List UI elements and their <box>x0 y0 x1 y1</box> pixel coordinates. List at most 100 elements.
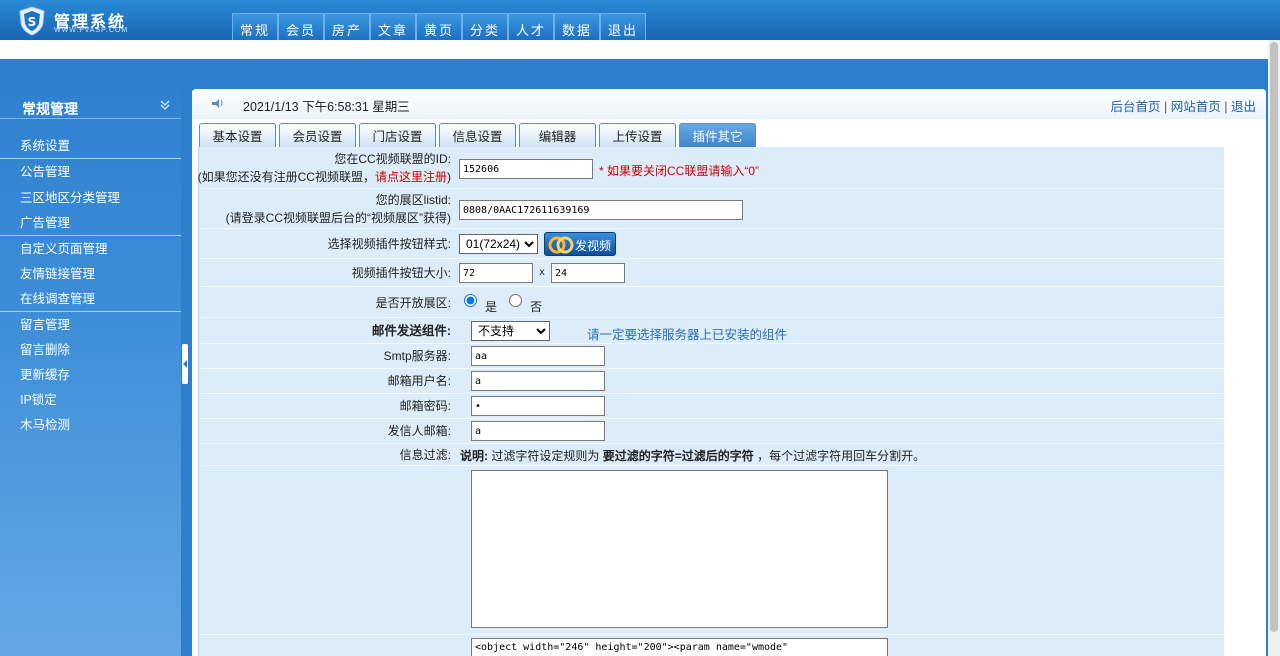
filter-textarea[interactable] <box>471 470 888 628</box>
smtp-input[interactable] <box>471 346 605 366</box>
open-area-label: 是否开放展区: <box>375 296 451 310</box>
sidebar-item-refresh-cache[interactable]: 更新缓存 <box>0 364 181 386</box>
button-style-select[interactable]: 01(72x24) <box>459 234 538 254</box>
mail-user-label: 邮箱用户名: <box>387 374 451 388</box>
open-area-no-label: 否 <box>530 300 543 314</box>
filter-label: 信息过滤: <box>399 448 451 462</box>
cc-register-link[interactable]: 请点这里注册 <box>375 170 447 184</box>
tab-basic-settings[interactable]: 基本设置 <box>199 123 276 147</box>
speaker-icon <box>212 99 223 108</box>
logout-link[interactable]: 退出 <box>1231 100 1256 114</box>
video-button-preview: 发视频 <box>544 232 616 256</box>
scrollbar-thumb[interactable] <box>1270 42 1278 632</box>
mail-component-hint: 请一定要选择服务器上已安装的组件 <box>587 328 788 342</box>
filter-desc-bold: 说明: <box>460 449 488 463</box>
button-width-input[interactable] <box>459 263 533 283</box>
open-area-no-radio[interactable] <box>509 294 522 307</box>
filter-description: 说明: 过滤字符设定规则为 要过滤的字符=过滤后的字符 ，每个过滤字符用回车分割… <box>460 447 925 464</box>
sidebar-header[interactable]: 常规管理 <box>0 93 181 119</box>
sender-input[interactable] <box>471 421 605 441</box>
page-scrollbar[interactable] <box>1268 40 1280 656</box>
settings-tabs: 基本设置 会员设置 门店设置 信息设置 编辑器 上传设置 插件其它 <box>199 123 759 147</box>
button-height-input[interactable] <box>551 263 625 283</box>
mail-component-label: 邮件发送组件: <box>371 324 451 338</box>
mail-component-select[interactable]: 不支持 <box>471 321 550 341</box>
tab-upload-settings[interactable]: 上传设置 <box>599 123 676 147</box>
collapse-sidebar-handle[interactable] <box>182 344 188 384</box>
video-rings-icon <box>548 236 574 254</box>
link-separator: | <box>1164 100 1168 114</box>
arrow-left-icon <box>183 360 187 368</box>
video-button-text: 发视频 <box>575 239 612 253</box>
sidebar-item-ip-lock[interactable]: IP锁定 <box>0 389 181 411</box>
button-size-label: 视频插件按钮大小: <box>351 266 451 280</box>
sidebar-divider <box>0 311 181 312</box>
listid-input[interactable] <box>459 200 743 220</box>
nav-item-classifieds[interactable]: 分类 <box>462 13 508 40</box>
sidebar-item-region-categories[interactable]: 三区地区分类管理 <box>0 187 181 209</box>
nav-item-general[interactable]: 常规 <box>232 13 278 40</box>
tab-store-settings[interactable]: 门店设置 <box>359 123 436 147</box>
form-row-code: <object width="246" height="200"><param … <box>199 635 1225 656</box>
cc-id-label-pre: (如果您还没有注册CC视频联盟， <box>197 170 375 184</box>
form-row-filter-textarea <box>199 466 1225 635</box>
sidebar-item-delete-messages[interactable]: 留言删除 <box>0 339 181 361</box>
nav-item-logout[interactable]: 退出 <box>600 13 646 40</box>
sidebar-item-system-settings[interactable]: 系统设置 <box>0 135 181 157</box>
open-area-yes-radio[interactable] <box>464 294 477 307</box>
sidebar: 常规管理 系统设置 公告管理 三区地区分类管理 广告管理 自定义页面管理 友情链… <box>0 89 181 656</box>
site-home-link[interactable]: 网站首页 <box>1171 100 1221 114</box>
mail-user-input[interactable] <box>471 371 605 391</box>
nav-item-data[interactable]: 数据 <box>554 13 600 40</box>
header-white-strip <box>0 40 1280 59</box>
filter-desc-rule: 要过滤的字符=过滤后的字符 <box>602 449 754 463</box>
sidebar-divider <box>0 158 181 159</box>
tab-info-settings[interactable]: 信息设置 <box>439 123 516 147</box>
top-header: S 管理系统 WWW.FVASP.COM 常规 会员 房产 文章 黄页 分类 人… <box>0 0 1280 40</box>
sidebar-item-friend-links[interactable]: 友情链接管理 <box>0 263 181 285</box>
form-row-open-area: 是否开放展区: 是 否 <box>199 287 1225 318</box>
nav-item-members[interactable]: 会员 <box>278 13 324 40</box>
cc-id-label-line2: (如果您还没有注册CC视频联盟，请点这里注册) <box>198 168 451 186</box>
sidebar-splitter <box>181 89 189 656</box>
tab-editor[interactable]: 编辑器 <box>519 123 596 147</box>
sidebar-item-ads[interactable]: 广告管理 <box>0 212 181 234</box>
sender-label: 发信人邮箱: <box>387 424 451 438</box>
mail-password-input[interactable] <box>471 396 605 416</box>
form-row-mail-password: 邮箱密码: <box>199 394 1225 419</box>
tab-member-settings[interactable]: 会员设置 <box>279 123 356 147</box>
filter-desc-text2: ，每个过滤字符用回车分割开。 <box>757 449 926 463</box>
main-header: 2021/1/13 下午6:58:31 星期三 后台首页 | 网站首页 | 退出 <box>192 89 1266 119</box>
code-textarea[interactable]: <object width="246" height="200"><param … <box>471 638 888 656</box>
form-row-button-size: 视频插件按钮大小: x <box>199 259 1225 287</box>
tab-plugins-other[interactable]: 插件其它 <box>679 123 756 147</box>
nav-item-articles[interactable]: 文章 <box>370 13 416 40</box>
cc-id-note: * 如果要关闭CC联盟请输入“0” <box>599 164 760 178</box>
smtp-label: Smtp服务器: <box>383 349 451 363</box>
form-row-filter-desc: 信息过滤: 说明: 过滤字符设定规则为 要过滤的字符=过滤后的字符 ，每个过滤字… <box>199 444 1225 466</box>
sidebar-item-announcements[interactable]: 公告管理 <box>0 161 181 183</box>
listid-label-line1: 您的展区listid: <box>375 193 451 207</box>
nav-item-property[interactable]: 房产 <box>324 13 370 40</box>
form-row-mail-component: 邮件发送组件: 不支持 请一定要选择服务器上已安装的组件 <box>199 318 1225 344</box>
nav-item-yellowpages[interactable]: 黄页 <box>416 13 462 40</box>
link-separator: | <box>1224 100 1228 114</box>
logo-subtitle: WWW.FVASP.COM <box>54 27 129 34</box>
cc-id-label-line1: 您在CC视频联盟的ID: <box>334 152 451 166</box>
right-blank-area <box>1224 147 1266 656</box>
sidebar-item-messages[interactable]: 留言管理 <box>0 314 181 336</box>
settings-form: 您在CC视频联盟的ID: (如果您还没有注册CC视频联盟，请点这里注册) * 如… <box>198 147 1225 656</box>
double-chevron-down-icon[interactable] <box>159 99 171 111</box>
cc-id-label: 您在CC视频联盟的ID: (如果您还没有注册CC视频联盟，请点这里注册) <box>198 150 451 186</box>
sidebar-item-trojan-check[interactable]: 木马检测 <box>0 414 181 436</box>
nav-item-talent[interactable]: 人才 <box>508 13 554 40</box>
cc-id-input[interactable] <box>459 159 593 179</box>
size-x-separator: x <box>539 267 546 278</box>
header-blue-strip <box>0 59 1280 89</box>
sidebar-item-custom-pages[interactable]: 自定义页面管理 <box>0 238 181 260</box>
svg-text:S: S <box>28 15 37 29</box>
sidebar-item-online-survey[interactable]: 在线调查管理 <box>0 288 181 310</box>
listid-label: 您的展区listid: (请登录CC视频联盟后台的“视频展区”获得) <box>226 191 451 227</box>
open-area-yes-label: 是 <box>485 300 498 314</box>
admin-home-link[interactable]: 后台首页 <box>1111 100 1161 114</box>
